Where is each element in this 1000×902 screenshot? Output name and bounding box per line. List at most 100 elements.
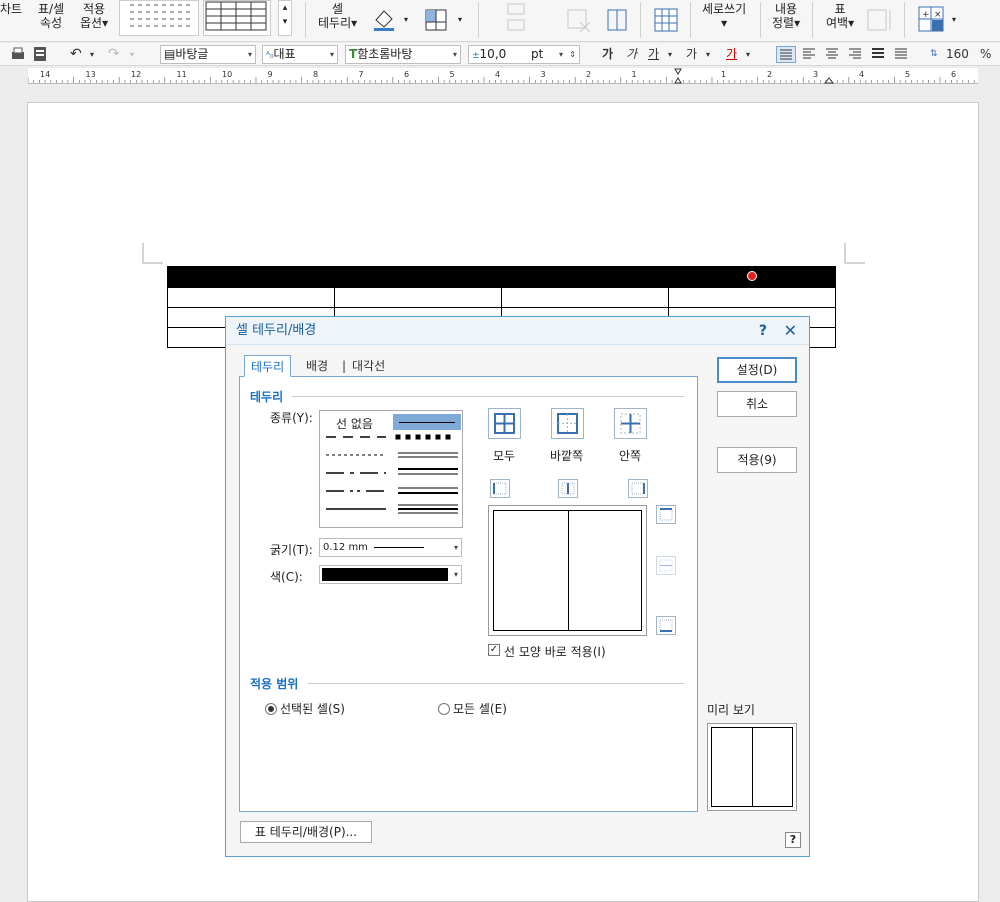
distribute-align-icon[interactable] — [869, 46, 887, 63]
font-color-button[interactable]: 가 — [726, 46, 737, 63]
color-label: 색(C): — [270, 570, 303, 584]
formula-dropdown-icon[interactable]: ▾ — [952, 13, 956, 27]
right-border-icon[interactable] — [628, 479, 648, 498]
bottom-border-icon[interactable] — [656, 616, 676, 635]
border-preview-area[interactable] — [488, 505, 647, 636]
scope-all-label: 모든 셀(E) — [453, 702, 507, 716]
tab-diagonal[interactable]: 대각선 — [346, 355, 391, 377]
table-row[interactable] — [167, 266, 836, 288]
chevron-down-icon: ▾ — [453, 543, 458, 552]
cursor-marker-icon — [747, 271, 757, 281]
fill-color-icon[interactable] — [370, 6, 398, 35]
thickness-select[interactable]: 0.12 mm ▾ — [319, 538, 462, 557]
preview-box — [707, 723, 797, 811]
bold-button[interactable]: 가 — [602, 46, 613, 63]
content-align-button[interactable]: 내용 정렬▾ — [772, 2, 800, 30]
close-icon[interactable]: ✕ — [784, 317, 797, 345]
cancel-button[interactable]: 취소 — [717, 391, 797, 417]
svg-text:×: × — [934, 10, 942, 20]
solid-line-option[interactable] — [393, 414, 461, 430]
preset-outer-label: 바깥쪽 — [550, 449, 584, 463]
set-button[interactable]: 설정(D) — [717, 357, 797, 383]
apply-immediately-checkbox[interactable]: ✓ — [488, 644, 500, 656]
strike-dropdown-icon[interactable]: ▾ — [706, 46, 710, 63]
table-row[interactable] — [167, 287, 836, 308]
top-border-icon[interactable] — [656, 505, 676, 524]
font-icon: T — [349, 47, 358, 61]
spin-icon[interactable]: ⇕ — [569, 46, 576, 63]
help-button[interactable]: ? — [785, 832, 801, 848]
vertical-text-button[interactable]: 세로쓰기 ▾ — [702, 2, 746, 30]
chevron-down-icon: ▾ — [247, 50, 252, 59]
apply-button[interactable]: 적용(9) — [717, 447, 797, 473]
ruler-number: 3 — [813, 70, 819, 79]
ruler-number: 9 — [267, 70, 273, 79]
divide-align-icon[interactable] — [892, 46, 910, 63]
ruler-number: 6 — [404, 70, 410, 79]
color-select[interactable]: ▾ — [319, 565, 462, 584]
preset-all-label: 모두 — [493, 449, 516, 463]
font-select[interactable]: T함초롬바탕 ▾ — [345, 45, 461, 64]
delete-cell-icon — [566, 8, 592, 35]
outer-borders-icon[interactable] — [551, 408, 584, 439]
ruler-number: 3 — [540, 70, 546, 79]
line-type-list[interactable]: 선 없음 — [319, 410, 463, 528]
center-vertical-border-icon[interactable] — [558, 479, 578, 498]
ribbon: 차트 표/셀 속성 적용 옵션▾ ▴ ▾ 셀 테두리▾ ▾ ▾ 세로쓰기 ▾ 내… — [0, 0, 1000, 42]
ruler-number: 12 — [131, 70, 142, 79]
format-toolbar: ↶ ▾ ↷ ▾ ▤바탕글 ▾ ᴬ₀대표 ▾ T함초롬바탕 ▾ ±10,0 pt ▾ ⇕ 가 … — [0, 43, 1000, 66]
underline-button[interactable]: 가 — [648, 46, 659, 63]
table-style-gallery-grid[interactable] — [203, 0, 271, 36]
language-select[interactable]: ᴬ₀대표 ▾ — [262, 45, 338, 64]
align-left-icon[interactable] — [800, 46, 818, 63]
italic-button[interactable]: 가 — [626, 46, 637, 63]
table-border-background-button[interactable]: 표 테두리/배경(P)... — [240, 821, 372, 843]
chevron-down-icon: ▾ — [452, 50, 457, 59]
strike-button[interactable]: 가 — [686, 46, 697, 63]
font-color-dropdown-icon[interactable]: ▾ — [746, 46, 750, 63]
scope-selected-radio[interactable] — [265, 703, 277, 715]
ruler-number: 5 — [905, 70, 911, 79]
apply-options-button[interactable]: 적용 옵션▾ — [80, 2, 108, 30]
table-margin-button[interactable]: 표 여백▾ — [826, 2, 854, 30]
font-size-input[interactable]: ±10,0 pt ▾ ⇕ — [468, 45, 580, 64]
gallery-scroll[interactable]: ▴ ▾ — [278, 0, 292, 36]
distribute-icon — [866, 8, 894, 35]
undo-icon[interactable]: ↶ — [70, 46, 82, 63]
left-border-icon[interactable] — [490, 479, 510, 498]
line-spacing-value[interactable]: 160 — [946, 46, 969, 63]
justify-icon[interactable] — [776, 46, 796, 63]
ruler-number: 1 — [631, 70, 637, 79]
table-style-gallery[interactable] — [119, 0, 199, 36]
underline-dropdown-icon[interactable]: ▾ — [668, 46, 672, 63]
align-right-icon[interactable] — [846, 46, 864, 63]
print-icon[interactable] — [10, 46, 26, 63]
cell-split-dropdown-icon[interactable]: ▾ — [458, 13, 462, 27]
tab-background[interactable]: 배경 — [300, 355, 334, 377]
all-borders-icon[interactable] — [488, 408, 521, 439]
tab-border[interactable]: 테두리 — [244, 355, 292, 377]
fill-color-dropdown-icon[interactable]: ▾ — [404, 13, 408, 27]
horizontal-ruler[interactable]: 14 13 12 11 10 9 8 7 6 5 4 3 2 1 1 2 3 4 5 6 — [28, 68, 978, 84]
ruler-number: 11 — [176, 70, 187, 79]
cell-split-icon[interactable] — [424, 8, 448, 35]
line-spacing-unit: % — [980, 47, 992, 61]
formula-icon[interactable]: + × — [918, 6, 944, 35]
no-line-option[interactable]: 선 없음 — [336, 415, 373, 432]
scope-all-radio[interactable] — [438, 703, 450, 715]
table-grid-icon[interactable] — [654, 8, 678, 35]
help-icon[interactable]: ? — [759, 317, 767, 345]
align-center-icon[interactable] — [823, 46, 841, 63]
style-select[interactable]: ▤바탕글 ▾ — [160, 45, 256, 64]
chart-button[interactable]: 차트 — [0, 2, 22, 16]
border-section-title: 테두리 — [250, 390, 284, 404]
preview-icon[interactable] — [32, 46, 48, 63]
inner-borders-icon[interactable] — [614, 408, 647, 439]
dialog-title-bar[interactable]: 셀 테두리/배경 ? ✕ — [226, 317, 809, 345]
undo-dropdown-icon[interactable]: ▾ — [90, 46, 94, 63]
style-icon: ▤ — [164, 47, 176, 61]
cell-border-button[interactable]: 셀 테두리▾ — [318, 2, 357, 30]
cell-align-icon[interactable] — [604, 8, 630, 35]
border-tab-panel: 테두리 종류(Y): 선 없음 굵기(T): 0.12 mm ▾ 색(C): ▾… — [239, 376, 698, 812]
table-cell-properties-button[interactable]: 표/셀 속성 — [38, 2, 64, 30]
